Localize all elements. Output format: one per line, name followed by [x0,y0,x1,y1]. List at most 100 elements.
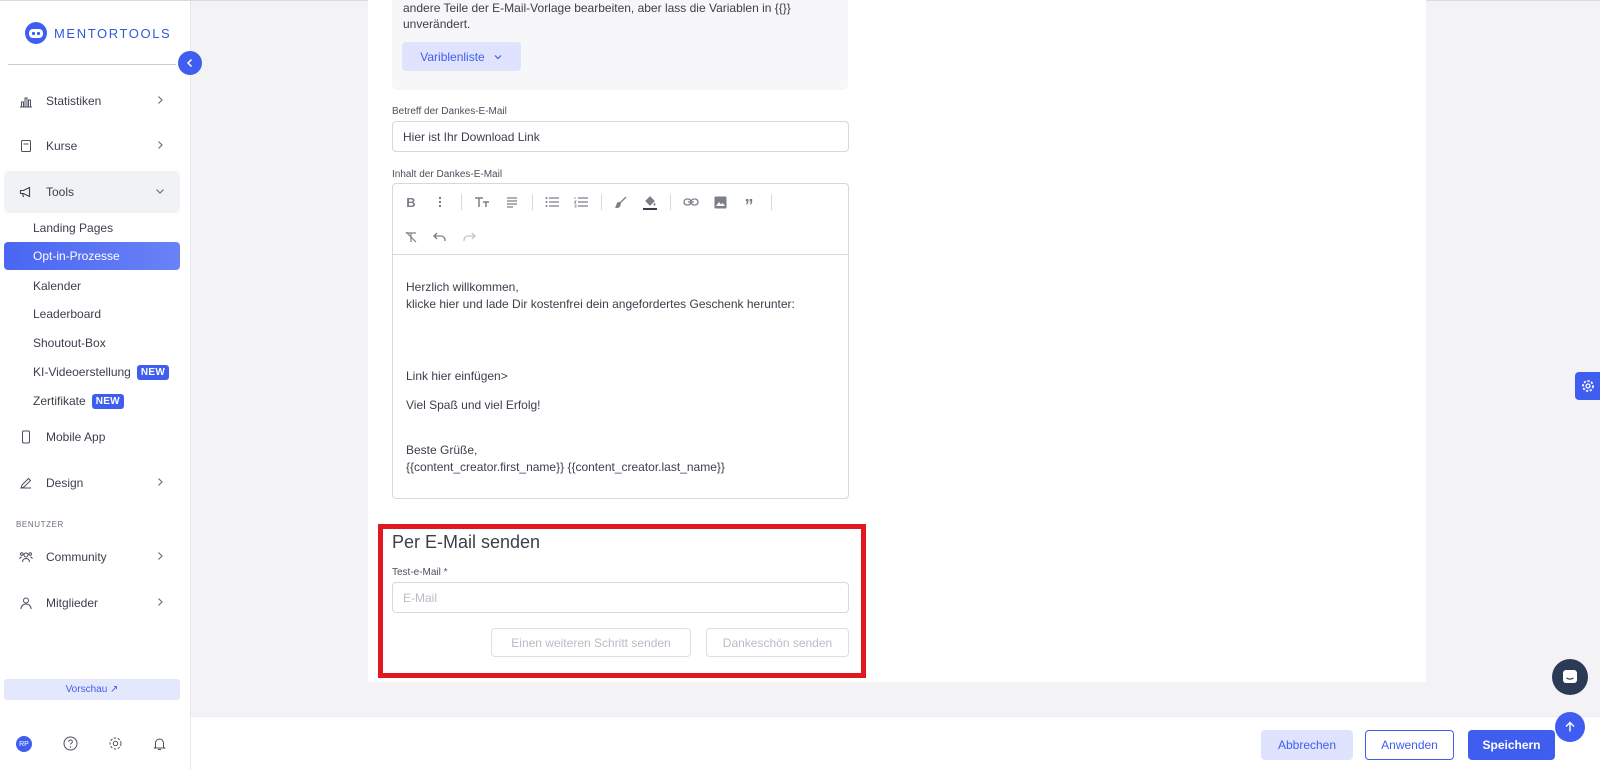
subitem-label: Opt-in-Prozesse [33,249,120,263]
editor-line: Herzlich willkommen, [406,280,519,294]
bold-icon[interactable]: B [402,193,420,211]
chevron-right-icon [158,478,163,486]
editor-toolbar: B ” [393,184,848,255]
chevron-down-icon [156,189,164,194]
test-email-input[interactable]: E-Mail [392,582,849,613]
subject-input[interactable]: Hier ist Ihr Download Link [392,121,849,152]
sidebar-item-design[interactable]: Design [4,462,180,504]
logo-icon [25,22,47,44]
clear-format-icon[interactable] [402,228,420,246]
sidebar-item-statistiken[interactable]: Statistiken [4,80,180,122]
sidebar-subitem-landing-pages[interactable]: Landing Pages [4,214,180,242]
mobile-phone-icon [18,429,34,445]
sidebar-item-label: Statistiken [46,94,102,108]
bell-icon[interactable] [150,734,168,752]
toolbar-divider [461,194,462,210]
collapse-sidebar-button[interactable] [178,51,202,75]
numbered-list-icon[interactable] [572,193,590,211]
sidebar-item-kurse[interactable]: Kurse [4,125,180,167]
apply-button[interactable]: Anwenden [1365,730,1454,760]
chevron-right-icon [158,96,163,104]
toolbar-divider [771,194,772,210]
scroll-to-top-button[interactable] [1555,712,1585,742]
toolbar-divider [670,194,671,210]
redo-icon[interactable] [460,228,478,246]
info-line: andere Teile der E-Mail-Vorlage bearbeit… [403,1,791,15]
editor-content[interactable]: Herzlich willkommen, klicke hier und lad… [406,279,836,476]
sidebar-subitem-kalender[interactable]: Kalender [4,272,180,300]
brand-name: MENTORTOOLS [54,25,172,41]
gear-icon[interactable] [106,734,124,752]
sidebar-item-label: Kurse [46,139,78,153]
sidebar-item-label: Design [46,476,84,490]
cancel-button[interactable]: Abbrechen [1261,730,1353,760]
sidebar-item-mobile-app[interactable]: Mobile App [4,416,180,458]
sidebar-item-mitglieder[interactable]: Mitglieder [4,582,180,624]
sidebar-item-community[interactable]: Community [4,536,180,578]
subitem-label: Landing Pages [33,221,114,235]
rich-text-editor[interactable]: B ” Herzlich willkommen, klicke hier und… [392,183,849,499]
arrow-up-icon [1565,721,1575,732]
settings-tab-button[interactable] [1575,372,1600,400]
more-vertical-icon[interactable] [431,193,449,211]
avatar[interactable]: RP [16,736,32,752]
editor-line: klicke hier und lade Dir kostenfrei dein… [406,297,795,311]
editor-line: Viel Spaß und viel Erfolg! [406,398,541,412]
editor-line: Link hier einfügen> [406,369,508,383]
quote-icon[interactable]: ” [740,193,758,215]
chevron-left-icon [186,58,193,68]
sidebar-item-tools[interactable]: Tools [4,171,180,213]
bar-chart-icon [18,93,34,109]
sidebar-item-label: Community [46,550,107,564]
pencil-edit-icon [18,475,34,491]
send-thanks-button[interactable]: Dankeschön senden [706,628,849,657]
subitem-label: Leaderboard [33,307,102,321]
sidebar-subitem-leaderboard[interactable]: Leaderboard [4,300,180,328]
test-email-placeholder: E-Mail [403,590,438,605]
link-icon[interactable] [682,193,700,211]
sidebar-item-label: Mitglieder [46,596,99,610]
send-email-title: Per E-Mail senden [392,532,541,552]
toolbar-divider [601,194,602,210]
sidebar-item-label: Tools [46,185,75,199]
preview-button[interactable]: Vorschau ↗ [4,679,180,700]
sidebar-subitem-opt-in-prozesse[interactable]: Opt-in-Prozesse [4,242,180,270]
variables-info-text: andere Teile der E-Mail-Vorlage bearbeit… [403,0,823,32]
subitem-label: KI-Videoerstellung [33,365,131,379]
sidebar-subitem-shoutout-box[interactable]: Shoutout-Box [4,329,180,357]
fill-color-icon[interactable] [641,193,659,211]
chevron-right-icon [158,598,163,606]
new-badge: NEW [136,364,170,380]
variables-list-button[interactable]: Variblenliste [402,42,521,71]
content-label: Inhalt der Dankes-E-Mail [392,169,503,180]
sidebar-subitem-zertifikate[interactable]: Zertifikate NEW [4,387,180,415]
section-label-users: BENUTZER [16,520,64,529]
chevron-down-icon [494,54,502,59]
chat-launcher-button[interactable] [1552,659,1588,695]
undo-icon[interactable] [431,228,449,246]
subitem-label: Shoutout-Box [33,336,106,350]
text-size-icon[interactable] [473,193,491,211]
subject-value: Hier ist Ihr Download Link [403,129,540,144]
subject-label: Betreff der Dankes-E-Mail [392,106,507,117]
toolbar-divider [532,194,533,210]
sidebar-subitem-ki-videoerstellung[interactable]: KI-Videoerstellung NEW [4,358,180,386]
new-badge: NEW [91,393,124,409]
logo[interactable]: MENTORTOOLS [24,21,171,45]
align-left-icon[interactable] [503,193,521,211]
send-another-step-button[interactable]: Einen weiteren Schritt senden [491,628,691,657]
brush-icon[interactable] [612,193,630,211]
help-icon[interactable] [61,734,79,752]
editor-line: {{content_creator.first_name}} {{content… [406,460,725,474]
image-icon[interactable] [711,193,729,211]
save-button[interactable]: Speichern [1468,730,1555,760]
subitem-label: Zertifikate [33,394,86,408]
book-icon [18,138,34,154]
user-icon [18,595,34,611]
variables-list-label: Variblenliste [420,49,485,64]
chat-icon [1563,670,1577,683]
gear-icon [1581,380,1594,392]
subitem-label: Kalender [33,279,82,293]
bullet-list-icon[interactable] [543,193,561,211]
info-line: unverändert. [403,17,471,31]
